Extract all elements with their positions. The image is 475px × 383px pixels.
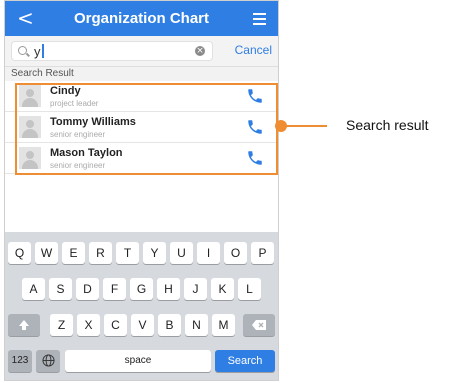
key-q[interactable]: Q [8, 242, 31, 264]
shift-key[interactable] [8, 314, 40, 336]
key-r[interactable]: R [89, 242, 112, 264]
key-d[interactable]: D [76, 278, 99, 300]
key-j[interactable]: J [184, 278, 207, 300]
key-t[interactable]: T [116, 242, 139, 264]
space-key[interactable]: space [65, 350, 211, 372]
key-p[interactable]: P [251, 242, 274, 264]
keyboard: Q W E R T Y U I O P A S D F G H J K L Z … [5, 232, 278, 380]
page-title: Organization Chart [73, 10, 209, 27]
key-c[interactable]: C [104, 314, 127, 336]
key-x[interactable]: X [77, 314, 100, 336]
cancel-button[interactable]: Cancel [235, 43, 272, 57]
navigation-bar: < Organization Chart [5, 1, 278, 36]
globe-key[interactable] [36, 350, 60, 372]
clear-icon[interactable]: × [195, 46, 205, 56]
key-s[interactable]: S [49, 278, 72, 300]
key-g[interactable]: G [130, 278, 153, 300]
key-z[interactable]: Z [50, 314, 73, 336]
callout-label: Search result [346, 117, 429, 133]
backspace-key[interactable] [243, 314, 275, 336]
key-l[interactable]: L [238, 278, 261, 300]
numbers-key[interactable]: 123 [8, 350, 32, 372]
callout-line [281, 125, 327, 127]
key-i[interactable]: I [197, 242, 220, 264]
key-e[interactable]: E [62, 242, 85, 264]
search-input[interactable]: y × [11, 41, 213, 61]
key-n[interactable]: N [185, 314, 208, 336]
text-cursor [42, 44, 44, 58]
key-k[interactable]: K [211, 278, 234, 300]
key-f[interactable]: F [103, 278, 126, 300]
search-bar: y × Cancel [5, 36, 278, 67]
key-b[interactable]: B [158, 314, 181, 336]
results-highlight-box [15, 83, 278, 175]
search-icon [18, 46, 27, 55]
search-key[interactable]: Search [215, 350, 275, 372]
key-h[interactable]: H [157, 278, 180, 300]
section-header: Search Result [5, 67, 278, 81]
key-m[interactable]: M [212, 314, 235, 336]
key-w[interactable]: W [35, 242, 58, 264]
shift-icon [19, 320, 29, 330]
key-y[interactable]: Y [143, 242, 166, 264]
key-a[interactable]: A [22, 278, 45, 300]
key-v[interactable]: V [131, 314, 154, 336]
backspace-icon [252, 320, 266, 330]
hamburger-menu-icon[interactable] [253, 13, 266, 28]
key-u[interactable]: U [170, 242, 193, 264]
key-o[interactable]: O [224, 242, 247, 264]
globe-icon [41, 354, 55, 367]
callout-dot [275, 120, 287, 132]
search-input-value: y [34, 44, 41, 59]
phone-screen: < Organization Chart y × Cancel Search R… [4, 0, 279, 381]
